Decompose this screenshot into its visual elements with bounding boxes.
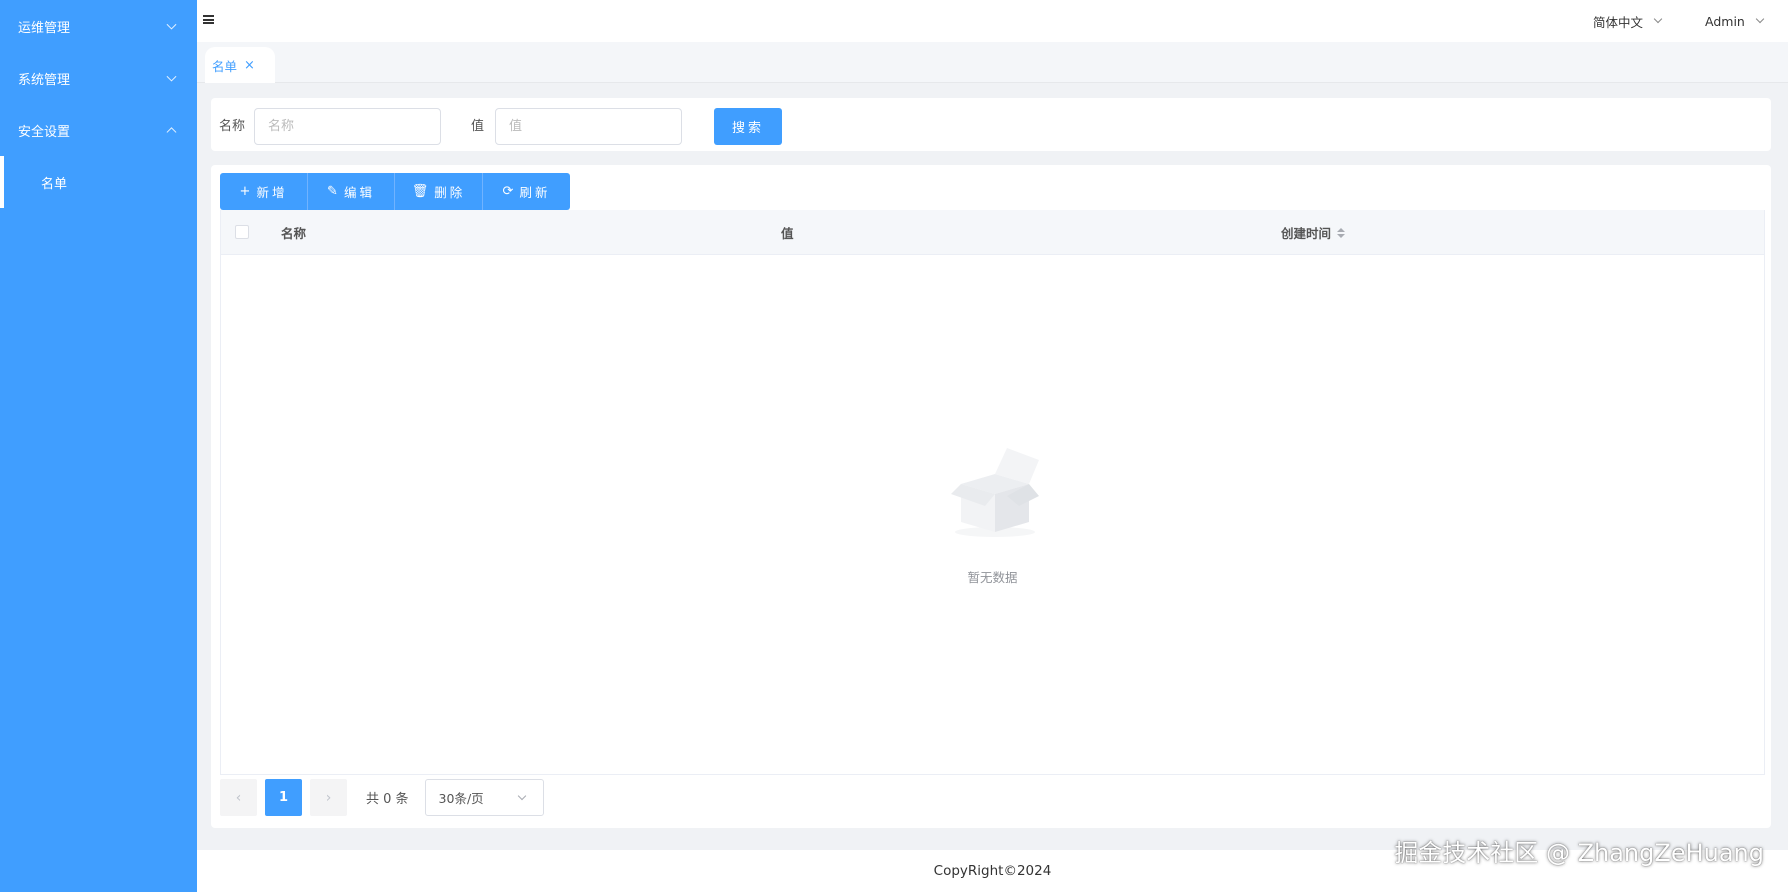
table-card: + 新增 ✎ 编辑 🗑 删除 ⟳ 刷新 名称 值 创建时间 暂无数据 ‹ 1 ›… bbox=[211, 165, 1771, 828]
column-header-created-time[interactable]: 创建时间 bbox=[1281, 210, 1346, 255]
copyright-text: CopyRight©2024 bbox=[933, 863, 1052, 879]
menu-ops-label: 运维管理 bbox=[18, 20, 71, 36]
menu-security[interactable]: 安全设置 bbox=[0, 104, 197, 156]
value-input[interactable] bbox=[495, 108, 682, 145]
created-time-label: 创建时间 bbox=[1281, 226, 1332, 241]
refresh-button[interactable]: ⟳ 刷新 bbox=[483, 173, 570, 210]
close-icon[interactable]: × bbox=[244, 58, 255, 73]
tab-list-label: 名单 bbox=[212, 58, 238, 74]
header: 简体中文 Admin bbox=[197, 0, 1788, 42]
user-dropdown[interactable]: Admin bbox=[1705, 0, 1765, 42]
search-form: 名称 值 搜索 bbox=[211, 98, 1771, 151]
pagination: ‹ 1 › 共 0 条 30条/页 bbox=[220, 779, 544, 816]
menu-system[interactable]: 系统管理 bbox=[0, 52, 197, 104]
menu-system-label: 系统管理 bbox=[18, 72, 71, 88]
watermark: 掘金技术社区 @ ZhangZeHuang bbox=[1394, 839, 1764, 867]
refresh-icon: ⟳ bbox=[502, 184, 514, 199]
language-dropdown[interactable]: 简体中文 bbox=[1593, 0, 1663, 42]
delete-button[interactable]: 🗑 删除 bbox=[395, 173, 483, 210]
delete-label: 删除 bbox=[434, 185, 466, 200]
select-all-checkbox[interactable] bbox=[235, 225, 249, 239]
chevron-down-icon bbox=[166, 71, 177, 82]
data-table: 名称 值 创建时间 暂无数据 bbox=[220, 210, 1765, 775]
toolbar: + 新增 ✎ 编辑 🗑 删除 ⟳ 刷新 bbox=[220, 173, 570, 210]
empty-text: 暂无数据 bbox=[967, 570, 1018, 585]
name-label: 名称 bbox=[219, 119, 246, 134]
sidebar-item-list-label: 名单 bbox=[41, 176, 68, 192]
plus-icon: + bbox=[239, 184, 251, 199]
column-header-value: 值 bbox=[781, 226, 794, 241]
menu-security-label: 安全设置 bbox=[18, 124, 71, 140]
search-button[interactable]: 搜索 bbox=[714, 108, 782, 145]
page-size-select[interactable]: 30条/页 bbox=[424, 779, 544, 816]
user-label: Admin bbox=[1705, 13, 1745, 29]
prev-page-button[interactable]: ‹ bbox=[220, 779, 257, 816]
edit-label: 编辑 bbox=[343, 185, 375, 200]
sidebar-item-list[interactable]: 名单 bbox=[0, 156, 197, 208]
table-header: 名称 值 创建时间 bbox=[221, 210, 1764, 255]
sort-icon[interactable] bbox=[1337, 227, 1346, 238]
next-page-button[interactable]: › bbox=[310, 779, 347, 816]
chevron-down-icon bbox=[1653, 14, 1663, 24]
total-count: 共 0 条 bbox=[366, 792, 409, 807]
add-label: 新增 bbox=[256, 185, 288, 200]
hamburger-menu-icon[interactable] bbox=[203, 15, 214, 24]
trash-icon: 🗑 bbox=[411, 184, 429, 199]
chevron-down-icon bbox=[517, 791, 526, 801]
tabs-bar: 名单 × bbox=[197, 42, 1788, 83]
language-label: 简体中文 bbox=[1593, 14, 1644, 30]
menu-ops[interactable]: 运维管理 bbox=[0, 0, 197, 52]
sidebar: 运维管理 系统管理 安全设置 名单 bbox=[0, 0, 197, 892]
page-number[interactable]: 1 bbox=[265, 779, 302, 816]
chevron-down-icon bbox=[1755, 14, 1765, 24]
name-input[interactable] bbox=[254, 108, 441, 145]
add-button[interactable]: + 新增 bbox=[220, 173, 308, 210]
column-header-name: 名称 bbox=[281, 226, 307, 241]
main-content: 名称 值 搜索 + 新增 ✎ 编辑 🗑 删除 ⟳ 刷新 bbox=[197, 84, 1788, 850]
chevron-down-icon bbox=[166, 19, 177, 30]
edit-button[interactable]: ✎ 编辑 bbox=[308, 173, 395, 210]
page-size-label: 30条/页 bbox=[438, 791, 484, 806]
refresh-label: 刷新 bbox=[519, 185, 551, 200]
value-label: 值 bbox=[471, 119, 485, 134]
edit-icon: ✎ bbox=[327, 184, 338, 199]
empty-box-icon bbox=[951, 448, 1039, 537]
tab-list[interactable]: 名单 × bbox=[205, 47, 275, 83]
chevron-up-icon bbox=[166, 127, 177, 138]
